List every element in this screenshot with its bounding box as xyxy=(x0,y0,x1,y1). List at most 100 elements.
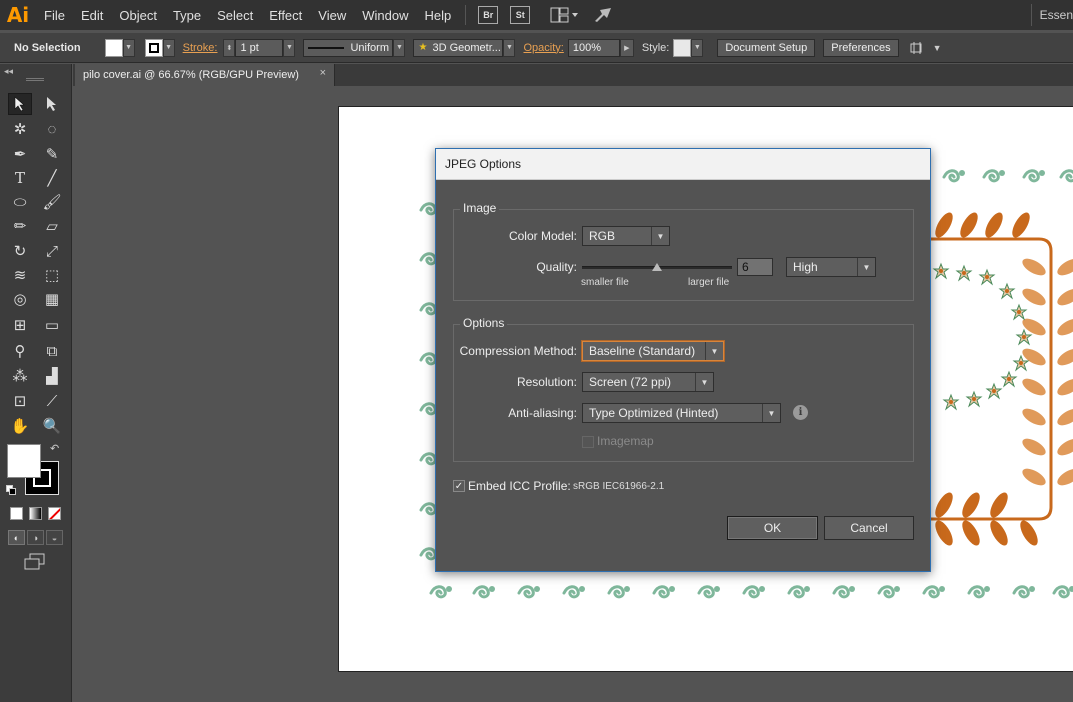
preferences-button[interactable]: Preferences xyxy=(823,38,899,57)
quality-slider-thumb[interactable] xyxy=(652,263,662,271)
eyedropper-tool-icon[interactable]: ⚲ xyxy=(8,340,32,362)
align-options-icon[interactable] xyxy=(909,40,925,56)
document-tab-title: pilo cover.ai @ 66.67% (RGB/GPU Preview) xyxy=(83,69,299,81)
toolbar-collapse-icon[interactable]: ◂◂ xyxy=(4,66,13,77)
options-group-legend: Options xyxy=(460,316,508,330)
menu-file[interactable]: File xyxy=(36,8,73,23)
graphic-style-dropdown[interactable]: ▼ xyxy=(691,38,704,57)
gradient-mode-button[interactable] xyxy=(29,507,42,520)
gradient-tool-icon[interactable]: ▭ xyxy=(40,314,64,336)
workspace-switcher[interactable]: Essen xyxy=(1030,0,1073,30)
shape-builder-tool-icon[interactable]: ◎ xyxy=(8,288,32,310)
menu-window[interactable]: Window xyxy=(354,8,416,23)
draw-normal-icon[interactable]: ◐ xyxy=(8,530,25,545)
curvature-tool-icon[interactable]: ✎ xyxy=(40,143,64,165)
menu-type[interactable]: Type xyxy=(165,8,209,23)
symbol-sprayer-tool-icon[interactable]: ⁂ xyxy=(8,365,32,387)
imagemap-checkbox[interactable] xyxy=(582,436,594,448)
gpu-performance-icon[interactable] xyxy=(592,6,614,24)
eraser-tool-icon[interactable]: ▱ xyxy=(40,215,64,237)
resolution-select[interactable]: Screen (72 ppi) ▼ xyxy=(582,372,714,392)
panel-menu-icon[interactable]: ▼ xyxy=(933,43,942,53)
slice-tool-icon[interactable]: ⟋ xyxy=(40,390,64,412)
toolbar-grip[interactable] xyxy=(26,78,44,81)
imagemap-label: Imagemap xyxy=(597,434,654,448)
blend-tool-icon[interactable]: ⧉ xyxy=(40,340,64,362)
quality-preset-select[interactable]: High ▼ xyxy=(786,257,876,277)
variable-width-profile[interactable]: Uniform xyxy=(303,38,394,57)
ellipse-tool-icon[interactable]: ⬭ xyxy=(8,191,32,213)
opacity-dropdown[interactable]: ▶ xyxy=(619,38,634,57)
menu-help[interactable]: Help xyxy=(416,8,459,23)
opacity-field[interactable]: 100% xyxy=(567,38,620,57)
embed-icc-label: Embed ICC Profile: xyxy=(468,479,571,493)
graphic-style-swatch[interactable] xyxy=(673,38,692,57)
compression-method-select[interactable]: Baseline (Standard) ▼ xyxy=(582,341,724,361)
menu-select[interactable]: Select xyxy=(209,8,261,23)
rotate-tool-icon[interactable]: ↻ xyxy=(8,240,32,262)
warp-tool-icon[interactable]: ≋ xyxy=(8,264,32,286)
embed-icc-checkbox[interactable]: ✓ xyxy=(453,480,465,492)
zoom-tool-icon[interactable]: 🔍 xyxy=(40,415,64,437)
stroke-swatch[interactable] xyxy=(144,38,163,57)
fill-color-box[interactable] xyxy=(7,444,41,478)
paintbrush-tool-icon[interactable]: 🖌 xyxy=(40,191,64,213)
lasso-tool-icon[interactable]: ◌ xyxy=(40,118,64,140)
stroke-label[interactable]: Stroke: xyxy=(183,42,218,54)
magic-wand-tool-icon[interactable]: ✲ xyxy=(8,118,32,140)
none-mode-button[interactable] xyxy=(48,507,61,520)
brush-definition[interactable]: ★ 3D Geometr... xyxy=(413,38,504,57)
scale-tool-icon[interactable]: ⤢ xyxy=(40,240,64,262)
color-model-select[interactable]: RGB ▼ xyxy=(582,226,670,246)
arrange-documents-icon[interactable] xyxy=(550,6,580,24)
mesh-tool-icon[interactable]: ⊞ xyxy=(8,314,32,336)
document-setup-button[interactable]: Document Setup xyxy=(717,38,816,57)
opacity-label[interactable]: Opacity: xyxy=(523,42,563,54)
anti-aliasing-label: Anti-aliasing: xyxy=(508,406,577,420)
color-mode-button[interactable] xyxy=(10,507,23,520)
menu-object[interactable]: Object xyxy=(111,8,165,23)
profile-label: Uniform xyxy=(350,41,389,54)
dialog-title[interactable]: JPEG Options xyxy=(436,149,930,180)
line-segment-tool-icon[interactable]: ╱ xyxy=(40,167,64,189)
bridge-button[interactable]: Br xyxy=(478,6,499,24)
brush-dropdown[interactable]: ▼ xyxy=(503,38,516,57)
fill-swatch[interactable] xyxy=(104,38,123,57)
free-transform-tool-icon[interactable]: ⬚ xyxy=(40,264,64,286)
stroke-weight-field[interactable]: 1 pt xyxy=(235,38,284,57)
perspective-grid-tool-icon[interactable]: ▦ xyxy=(40,288,64,310)
artboard-tool-icon[interactable]: ⊡ xyxy=(8,390,32,412)
quality-value-field[interactable]: 6 xyxy=(737,258,773,276)
stroke-color-dropdown[interactable]: ▼ xyxy=(162,38,175,57)
draw-inside-icon[interactable]: ◒ xyxy=(46,530,63,545)
info-icon[interactable]: i xyxy=(793,405,808,420)
anti-aliasing-select[interactable]: Type Optimized (Hinted) ▼ xyxy=(582,403,781,423)
cancel-button[interactable]: Cancel xyxy=(824,516,914,540)
menu-edit[interactable]: Edit xyxy=(73,8,111,23)
swap-fill-stroke-icon[interactable]: ↶ xyxy=(50,442,59,455)
default-fill-stroke-icon[interactable] xyxy=(6,485,16,495)
anti-aliasing-value: Type Optimized (Hinted) xyxy=(589,406,719,420)
type-tool-icon[interactable]: T xyxy=(8,167,32,189)
menu-effect[interactable]: Effect xyxy=(261,8,310,23)
pencil-tool-icon[interactable]: ✏ xyxy=(8,215,32,237)
draw-behind-icon[interactable]: ◑ xyxy=(27,530,44,545)
selection-tool-icon[interactable] xyxy=(8,93,32,115)
hand-tool-icon[interactable]: ✋ xyxy=(8,415,32,437)
close-icon[interactable]: × xyxy=(320,67,326,79)
direct-selection-tool-icon[interactable] xyxy=(40,93,64,115)
pen-tool-icon[interactable]: ✒ xyxy=(8,143,32,165)
column-graph-tool-icon[interactable]: ▟ xyxy=(40,365,64,387)
chevron-down-icon: ▼ xyxy=(705,342,723,360)
ok-button[interactable]: OK xyxy=(727,516,818,540)
document-tab[interactable]: pilo cover.ai @ 66.67% (RGB/GPU Preview)… xyxy=(75,64,335,86)
quality-preset-value: High xyxy=(793,260,818,274)
fill-dropdown[interactable]: ▼ xyxy=(122,38,135,57)
chevron-down-icon: ▼ xyxy=(762,404,780,422)
stock-button[interactable]: St xyxy=(510,6,531,24)
stroke-weight-stepper[interactable]: ⬍ xyxy=(223,38,236,57)
stroke-weight-dropdown[interactable]: ▼ xyxy=(283,38,296,57)
profile-dropdown[interactable]: ▼ xyxy=(393,38,406,57)
screen-mode-icon[interactable] xyxy=(23,553,47,571)
menu-view[interactable]: View xyxy=(310,8,354,23)
